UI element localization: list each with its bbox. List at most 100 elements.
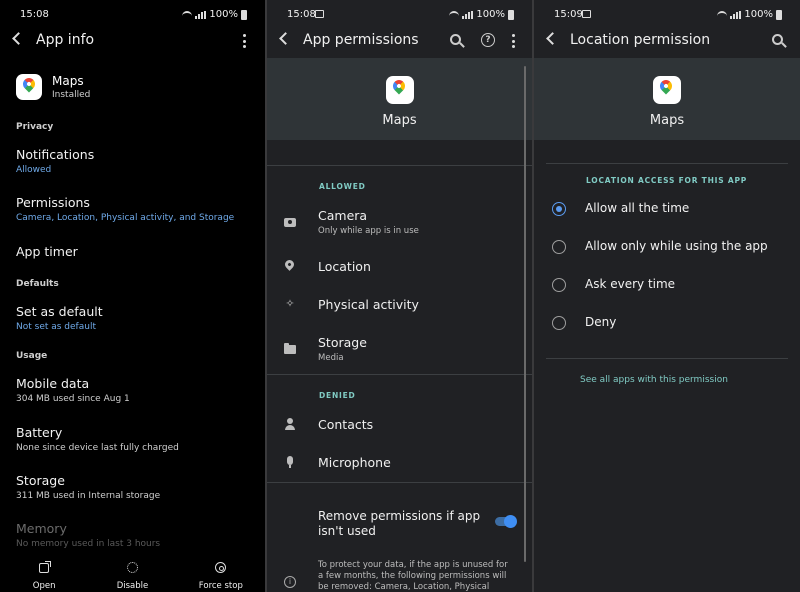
app-bar: Location permission (534, 28, 800, 54)
more-options-icon[interactable] (242, 34, 246, 48)
app-name: Maps (52, 74, 84, 88)
section-usage: Usage (16, 351, 48, 361)
app-hero: Maps (267, 58, 532, 140)
permission-camera[interactable]: Camera Only while app is in use (267, 204, 532, 240)
memory-item[interactable]: Memory No memory used in last 3 hours (16, 521, 255, 549)
item-title: Battery (16, 425, 63, 440)
status-bar: 15:09 100% (534, 0, 800, 30)
person-icon (284, 418, 296, 430)
storage-item[interactable]: Storage 311 MB used in Internal storage (16, 473, 255, 501)
permission-title: Camera (318, 208, 368, 223)
radio-button[interactable] (552, 316, 566, 330)
force-stop-icon (215, 562, 227, 573)
option-allow-all-the-time[interactable]: Allow all the time (534, 195, 800, 223)
page-title: App info (36, 32, 95, 48)
back-arrow-icon[interactable] (546, 32, 559, 45)
info-text: To protect your data, if the app is unus… (318, 560, 508, 592)
permission-physical-activity[interactable]: ✧ Physical activity (267, 286, 532, 322)
denied-header: DENIED (319, 391, 356, 400)
option-deny[interactable]: Deny (534, 309, 800, 337)
camera-icon (284, 216, 296, 228)
item-title: Permissions (16, 195, 90, 210)
see-all-apps-link[interactable]: See all apps with this permission (580, 375, 728, 385)
app-hero: Maps (534, 58, 800, 140)
remove-permissions-toggle[interactable] (495, 515, 517, 528)
status-icons: 100% (717, 9, 782, 20)
item-subtitle: Camera, Location, Physical activity, and… (16, 213, 235, 223)
permission-title: Location (318, 259, 371, 274)
page-title: App permissions (303, 32, 419, 48)
app-name: Maps (649, 113, 685, 128)
item-title: Set as default (16, 304, 103, 319)
battery-percent: 100% (209, 9, 238, 20)
permission-title: Storage (318, 335, 367, 350)
battery-icon (508, 9, 514, 20)
walking-person-icon: ✧ (285, 297, 295, 310)
radio-button-selected[interactable] (552, 202, 566, 216)
permission-title: Microphone (318, 455, 391, 470)
search-icon[interactable] (772, 34, 783, 45)
app-permissions-screen: 15:08 100% App permissions ? Maps ALLOWE… (267, 0, 532, 592)
app-timer-item[interactable]: App timer (16, 244, 255, 259)
app-bar: App info (0, 28, 265, 54)
divider (267, 374, 532, 375)
option-ask-every-time[interactable]: Ask every time (534, 271, 800, 299)
status-time: 15:08 (287, 9, 316, 20)
location-access-header: LOCATION ACCESS FOR THIS APP (586, 176, 748, 185)
battery-item[interactable]: Battery None since device last fully cha… (16, 425, 255, 453)
more-options-icon[interactable] (511, 34, 515, 48)
wifi-icon (717, 10, 728, 19)
open-icon (39, 561, 52, 573)
wifi-icon (449, 10, 460, 19)
item-subtitle: Not set as default (16, 322, 96, 332)
section-defaults: Defaults (16, 279, 59, 289)
force-stop-button[interactable]: Force stop (181, 552, 261, 592)
divider (267, 482, 532, 483)
microphone-icon (284, 456, 296, 468)
maps-logo-icon (653, 76, 681, 104)
folder-icon (284, 343, 296, 355)
notifications-item[interactable]: Notifications Allowed (16, 147, 255, 175)
back-arrow-icon[interactable] (12, 32, 25, 45)
battery-icon (776, 9, 782, 20)
open-button[interactable]: Open (4, 552, 84, 592)
item-subtitle: Allowed (16, 165, 52, 175)
info-icon: i (284, 576, 296, 588)
radio-button[interactable] (552, 240, 566, 254)
set-default-item[interactable]: Set as default Not set as default (16, 304, 255, 332)
item-title: App timer (16, 244, 78, 259)
permission-storage[interactable]: Storage Media (267, 331, 532, 367)
maps-logo-icon (16, 74, 42, 100)
permissions-item[interactable]: Permissions Camera, Location, Physical a… (16, 195, 255, 223)
search-icon[interactable] (450, 34, 461, 45)
disable-button[interactable]: Disable (92, 552, 172, 592)
option-label: Ask every time (585, 277, 676, 291)
location-permission-screen: 15:09 100% Location permission Maps LOCA… (534, 0, 800, 592)
app-header: Maps Installed (16, 74, 90, 100)
status-time: 15:09 (554, 9, 583, 20)
remove-permissions-row[interactable]: Remove permissions if app isn't used (267, 506, 532, 542)
mobile-data-item[interactable]: Mobile data 304 MB used since Aug 1 (16, 376, 255, 404)
force-stop-label: Force stop (198, 581, 243, 591)
scrollbar[interactable] (524, 66, 526, 562)
permission-microphone[interactable]: Microphone (267, 444, 532, 480)
permission-contacts[interactable]: Contacts (267, 406, 532, 442)
gallery-notification-icon (582, 10, 591, 18)
option-label: Allow only while using the app (585, 239, 768, 253)
option-allow-while-using[interactable]: Allow only while using the app (534, 233, 800, 261)
bottom-action-bar: Open Disable Force stop (0, 552, 265, 592)
permission-subtitle: Only while app is in use (318, 226, 419, 236)
app-bar: App permissions ? (267, 28, 532, 54)
signal-icon (730, 10, 742, 19)
signal-icon (195, 10, 207, 19)
permission-location[interactable]: Location (267, 248, 532, 284)
item-subtitle: None since device last fully charged (16, 443, 179, 453)
radio-button[interactable] (552, 278, 566, 292)
remove-permissions-label: Remove permissions if app isn't used (318, 509, 481, 538)
allowed-header: ALLOWED (319, 182, 366, 191)
help-icon[interactable]: ? (481, 33, 495, 47)
item-title: Storage (16, 473, 65, 488)
battery-percent: 100% (476, 9, 505, 20)
disable-icon (126, 562, 138, 573)
back-arrow-icon[interactable] (279, 32, 292, 45)
